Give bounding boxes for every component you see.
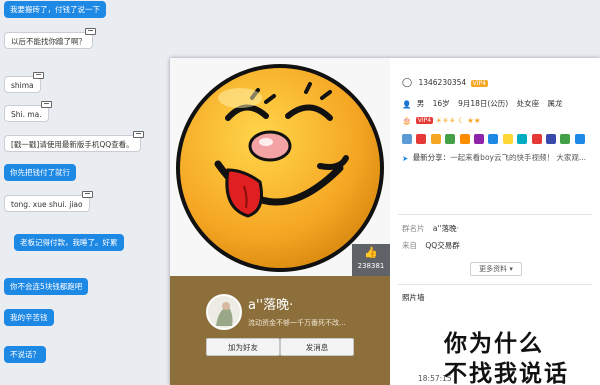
person-icon: 👤 (402, 99, 412, 109)
sun-icon: ☀☀☀ (435, 115, 456, 125)
group-card-row: 群名片 a''落晚· (402, 224, 459, 233)
service-icon (416, 134, 427, 144)
chat-history: 我要搬砖了，付钱了说一下 以后不能找你蹭了啊？ shima Shi. ma. [… (0, 0, 170, 385)
bubble-corner-icon (32, 72, 44, 79)
chat-bubble[interactable]: tong. xue shui. jiao (4, 191, 93, 212)
divider (398, 214, 592, 215)
signature: 流动资金不够一千万番死不改... (248, 319, 346, 327)
chat-bubble[interactable]: 我要搬砖了，付钱了说一下 (4, 1, 106, 18)
chat-bubble[interactable]: 老板记得付款，我睡了。好累 (14, 234, 124, 251)
service-icon (545, 134, 556, 144)
vip-badge: VIP4 (470, 79, 488, 87)
more-info-button[interactable]: 更多资料 ▾ (470, 262, 522, 276)
service-icon (574, 134, 585, 144)
bubble-corner-icon (85, 28, 96, 35)
chat-bubble[interactable]: shima (4, 72, 44, 93)
like-button[interactable]: 👍 238381 (352, 244, 390, 276)
service-icon (430, 134, 441, 144)
chat-bubble[interactable]: 不说话？ (4, 346, 46, 363)
service-icon (402, 134, 412, 144)
divider (398, 284, 592, 285)
profile-card: 👍 238381 a''落晚· 流动资金不够一千万番死不改... 加为好友 发消… (170, 58, 600, 385)
vip-level-badge: VIP4 (415, 116, 434, 124)
bubble-corner-icon (40, 101, 52, 108)
bubble-corner-icon (132, 131, 144, 138)
thumb-up-icon: 👍 (364, 246, 378, 259)
service-icon (459, 134, 470, 144)
service-icon (445, 134, 456, 144)
avatar[interactable] (206, 294, 242, 330)
chat-bubble[interactable]: [戳一戳]请使用最新版手机QQ查看。 (4, 131, 144, 152)
service-icons-row (402, 134, 587, 144)
qq-number-row: ◯ 1346230354 VIP4 (402, 78, 488, 88)
bubble-corner-icon (81, 191, 93, 198)
service-icon (560, 134, 571, 144)
service-icon (517, 134, 528, 144)
share-icon: ➤ (402, 153, 409, 163)
profile-identity-panel: a''落晚· 流动资金不够一千万番死不改... 加为好友 发消息 (170, 276, 390, 385)
qq-number: 1346230354 (418, 78, 467, 87)
service-icon (473, 134, 484, 144)
qq-icon: ◯ (402, 78, 413, 88)
avatar-image-icon (208, 296, 240, 328)
chat-bubble[interactable]: 以后不能找你蹭了啊？ (4, 28, 96, 49)
cake-icon: 🎂 (402, 115, 412, 125)
basic-info-row: 👤 男 16岁 9月18日(公历) 处女座 属龙 (402, 99, 563, 109)
send-message-button[interactable]: 发消息 (280, 338, 354, 356)
from-row: 来自 QQ交易群 (402, 241, 460, 250)
star-icon: ★★ (467, 115, 481, 125)
chat-bubble[interactable]: 你先把钱付了就行 (4, 164, 76, 181)
latest-share-row[interactable]: ➤ 最新分享：一起来看boy云飞的快手视频！ 大家观... (402, 152, 586, 163)
nickname: a''落晚· (248, 298, 294, 313)
chat-bubble[interactable]: 你不会连5块钱都跑吧 (4, 278, 89, 295)
add-friend-button[interactable]: 加为好友 (206, 338, 280, 356)
service-icon (502, 134, 513, 144)
message-time: 18:57:15 (418, 374, 452, 383)
profile-info-panel: ◯ 1346230354 VIP4 👤 男 16岁 9月18日(公历) 处女座 … (390, 58, 600, 385)
like-count: 238381 (357, 262, 385, 270)
photo-wall-label: 照片墙 (402, 293, 425, 302)
service-icon (488, 134, 499, 144)
level-row: 🎂 VIP4 ☀☀☀ ☾ ★★ (402, 115, 481, 125)
chat-bubble[interactable]: Shi. ma. (4, 101, 52, 122)
chevron-down-icon: ▾ (509, 265, 513, 273)
moon-icon: ☾ (458, 115, 465, 125)
chat-bubble[interactable]: 我的辛苦钱 (4, 309, 54, 326)
service-icon (531, 134, 542, 144)
